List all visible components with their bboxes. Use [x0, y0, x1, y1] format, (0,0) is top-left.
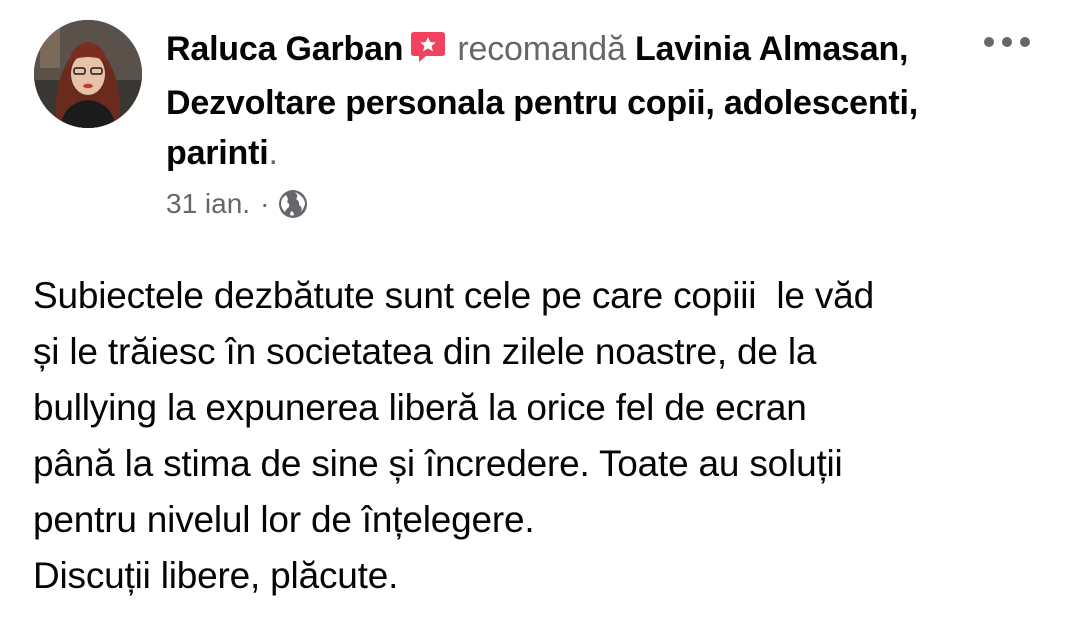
post-header: Raluca Garban recomandă Lavinia Almasan,…: [166, 24, 946, 178]
action-text: recomandă: [457, 30, 626, 68]
post-body: Subiectele dezbătute sunt cele pe care c…: [33, 268, 1063, 604]
post-meta: 31 ian. ·: [166, 188, 309, 220]
post-date[interactable]: 31 ian.: [166, 188, 250, 220]
header-period: .: [268, 134, 278, 172]
more-options-button[interactable]: [984, 30, 1030, 54]
post-body-line: pentru nivelul lor de înțelegere.: [33, 499, 535, 540]
author-name[interactable]: Raluca Garban: [166, 30, 404, 68]
more-dots-icon: [984, 37, 994, 47]
post-body-line: bullying la expunerea liberă la orice fe…: [33, 387, 807, 428]
more-dots-icon: [1002, 37, 1012, 47]
recommend-icon: [409, 28, 447, 78]
globe-icon[interactable]: [277, 188, 309, 220]
meta-separator: ·: [260, 188, 270, 219]
post-body-line: până la stima de sine și încredere. Toat…: [33, 443, 843, 484]
more-dots-icon: [1020, 37, 1030, 47]
post-body-line: Subiectele dezbătute sunt cele pe care c…: [33, 275, 874, 316]
avatar[interactable]: [34, 20, 142, 128]
post-card: Raluca Garban recomandă Lavinia Almasan,…: [0, 0, 1080, 627]
post-body-line: și le trăiesc în societatea din zilele n…: [33, 331, 817, 372]
post-body-line: Discuții libere, plăcute.: [33, 555, 399, 596]
avatar-photo: [34, 20, 142, 128]
